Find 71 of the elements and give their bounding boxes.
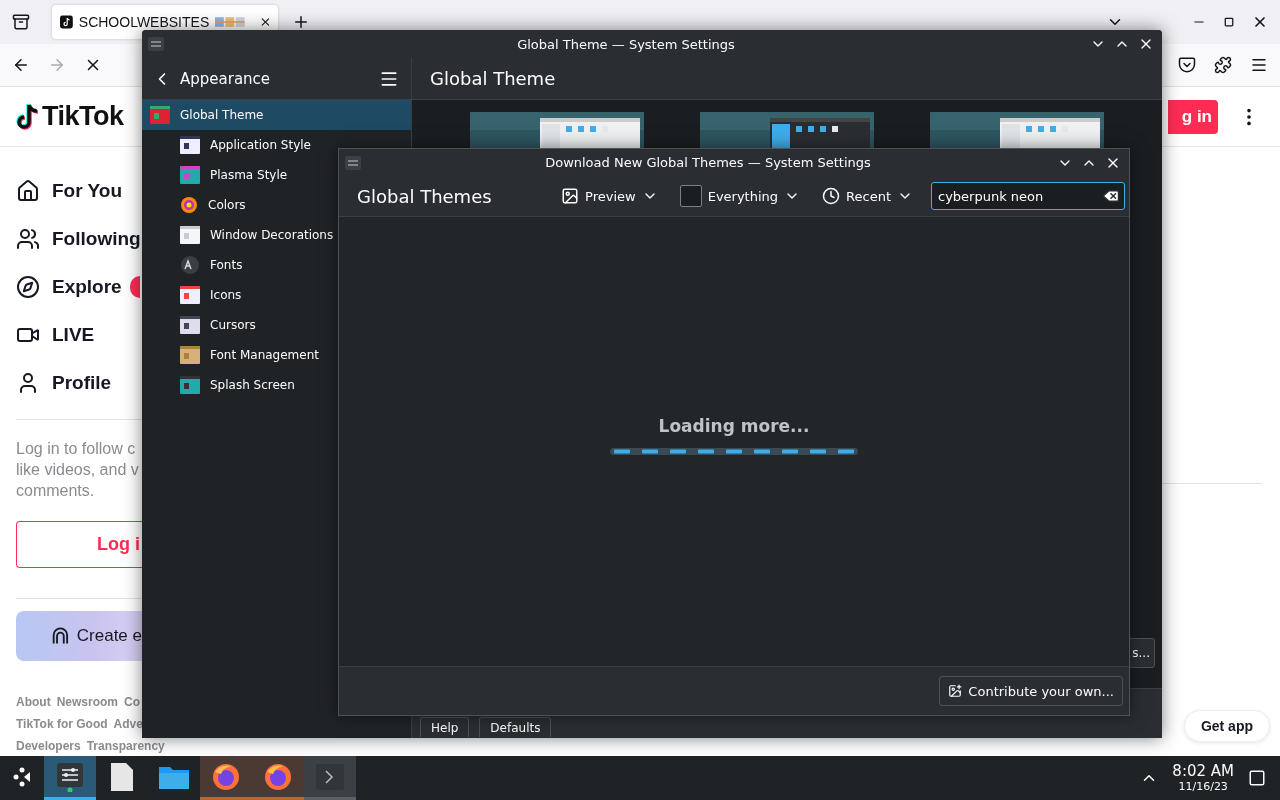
new-badge <box>129 276 140 298</box>
footer-link[interactable]: TikTok for Good <box>16 717 108 731</box>
filter-dropdown[interactable]: Everything <box>675 185 805 207</box>
settings-module-icon <box>180 376 200 394</box>
footer-link[interactable]: Adve <box>113 717 143 731</box>
settings-module-icon <box>150 106 170 124</box>
create-effects-banner[interactable]: Create e <box>16 611 142 661</box>
firefox-icon <box>263 761 293 792</box>
filter-dropdown[interactable]: Preview <box>557 187 662 205</box>
sidebar-item[interactable]: Global Theme <box>142 100 411 130</box>
settings-module-icon <box>180 136 200 154</box>
settings-module-icon <box>180 166 200 184</box>
contribute-button[interactable]: Contribute your own... <box>939 676 1123 706</box>
footer-link[interactable]: Co <box>124 695 140 709</box>
settings-module-icon <box>180 226 200 244</box>
image-icon <box>561 187 580 205</box>
sidebar-item[interactable]: Fonts <box>142 250 411 280</box>
settings-module-icon <box>180 316 200 334</box>
compass-icon <box>16 275 40 299</box>
terminal-icon <box>315 762 345 791</box>
nav-item[interactable]: Explore <box>16 263 142 311</box>
login-button[interactable]: g in <box>1168 99 1218 134</box>
settings-icon <box>148 37 164 51</box>
clear-icon[interactable] <box>1102 187 1120 205</box>
tiktok-logo-icon <box>16 102 40 131</box>
show-desktop-icon[interactable] <box>1248 769 1266 787</box>
settings-module-icon <box>180 346 200 364</box>
window-title: Global Theme — System Settings <box>516 36 736 52</box>
font-icon <box>180 255 200 275</box>
file-icon <box>110 761 134 792</box>
filter-dropdown[interactable]: Recent <box>818 187 917 205</box>
nav-item[interactable]: Profile <box>16 359 142 407</box>
settings-icon <box>345 155 361 170</box>
login-prompt: Log in to follow c like videos, and v comments. <box>16 439 140 501</box>
image-add-icon <box>948 684 963 698</box>
taskbar-item[interactable] <box>252 756 304 800</box>
tiktok-logo-text: TikTok <box>42 101 124 132</box>
color-wheel-icon <box>180 196 198 214</box>
nav-label: Following <box>52 228 141 250</box>
home-icon <box>16 179 40 203</box>
nav-label: LIVE <box>52 324 95 346</box>
get-app-button[interactable]: Get app <box>1183 710 1270 742</box>
checkbox[interactable] <box>679 185 702 207</box>
clock-icon <box>822 187 841 205</box>
tiktok-icon <box>60 14 73 30</box>
nav-item[interactable]: For You <box>16 167 142 215</box>
arch-icon <box>52 626 69 646</box>
footer-link[interactable]: Transparency <box>86 739 165 753</box>
tab-title: SCHOOLWEBSITES <box>78 14 210 30</box>
nav-label: For You <box>52 180 123 202</box>
search-field[interactable]: cyberpunk neon <box>931 182 1125 210</box>
emoji-icon <box>215 15 248 29</box>
taskbar-item[interactable] <box>200 756 252 800</box>
firefox-icon <box>211 761 241 792</box>
login-button[interactable]: Log i <box>16 521 142 568</box>
settings-module-icon <box>180 286 200 304</box>
footer-button[interactable]: Help <box>420 717 470 737</box>
nav-item[interactable]: LIVE <box>16 311 142 359</box>
nav-item[interactable]: Following <box>16 215 142 263</box>
page-heading: Global Theme <box>430 68 556 89</box>
banner-text: Create e <box>76 626 142 646</box>
loading-text: Loading more... <box>658 416 810 436</box>
clock[interactable]: 8:02 AM 11/16/23 <box>1172 763 1234 793</box>
nav-label: Explore <box>52 276 122 298</box>
nav-label: Profile <box>52 372 112 394</box>
dialog-heading: Global Themes <box>357 185 493 207</box>
people-icon <box>16 227 40 251</box>
window-title: Download New Global Themes — System Settings <box>544 155 872 170</box>
settings-icon <box>56 761 84 792</box>
footer-button[interactable]: Defaults <box>479 717 552 737</box>
taskbar-item[interactable] <box>44 756 96 800</box>
